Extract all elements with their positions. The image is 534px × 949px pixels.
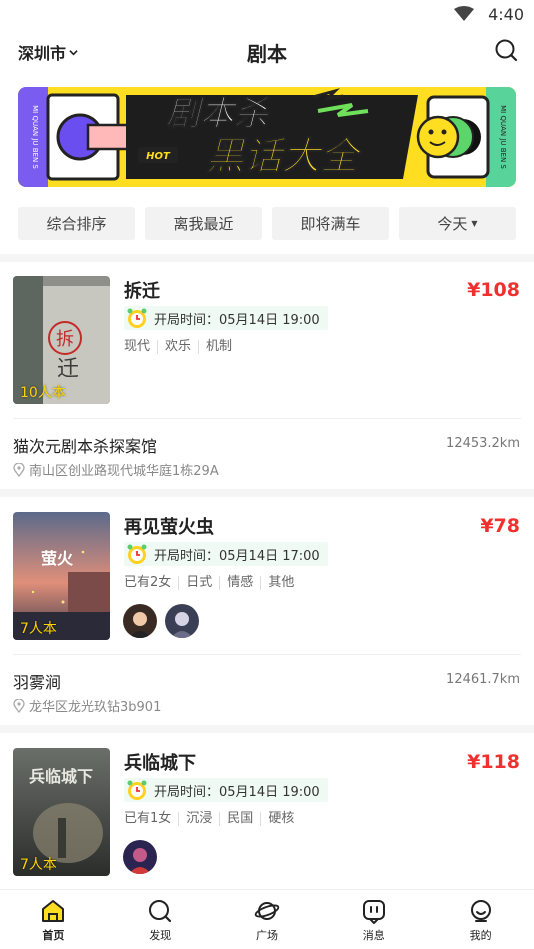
tag: 日式 — [178, 576, 219, 590]
wifi-icon — [454, 6, 474, 21]
filter-bar: 综合排序 离我最近 即将满车 今天 ▼ — [18, 207, 516, 240]
tab-profile[interactable]: 我的 — [427, 890, 534, 949]
page-title: 剧本 — [0, 38, 534, 67]
script-price: ¥108 — [467, 279, 520, 301]
tag: 现代 — [124, 339, 151, 354]
svg-text:兵临城下: 兵临城下 — [29, 767, 93, 786]
script-title: 拆迁 — [124, 281, 160, 302]
participant-avatars — [123, 840, 157, 874]
top-nav: 深圳市 剧本 — [0, 30, 534, 74]
message-icon — [362, 900, 385, 924]
poster-people-count: 10人本 — [20, 385, 66, 401]
alarm-clock-icon — [127, 544, 147, 564]
section-separator — [0, 254, 534, 262]
banner-hot-text: HOT — [146, 151, 171, 162]
start-time-badge: 开局时间： 05月14日 19:00 — [124, 778, 328, 802]
bottom-tab-bar: 首页 发现 广场 消息 我的 — [0, 889, 534, 949]
tag: 已有1女 — [124, 811, 172, 826]
divider — [13, 418, 521, 419]
filter-nearest[interactable]: 离我最近 — [145, 207, 262, 240]
alarm-clock-icon — [127, 308, 147, 328]
poster-image: 兵临城下 7人本 — [13, 748, 110, 876]
script-tags: 已有1女 沉浸 民国 硬核 — [124, 812, 301, 826]
location-pin-icon — [13, 698, 25, 713]
tag: 欢乐 — [157, 340, 198, 354]
banner-side-left: MI QUAN JU BEN S — [31, 105, 39, 169]
tag: 沉浸 — [178, 812, 219, 826]
tab-messages[interactable]: 消息 — [320, 890, 427, 949]
filter-almost-full[interactable]: 即将满车 — [272, 207, 389, 240]
status-time: 4:40 — [488, 5, 524, 24]
start-time-badge: 开局时间： 05月14日 17:00 — [124, 542, 328, 566]
discover-icon — [149, 900, 172, 923]
home-icon — [42, 900, 65, 922]
divider — [13, 654, 521, 655]
svg-text:拆: 拆 — [56, 329, 74, 350]
tag: 硬核 — [260, 812, 301, 826]
avatar[interactable] — [123, 604, 157, 638]
script-tags: 现代 欢乐 机制 — [124, 340, 239, 354]
banner-line2: 黑话大全 — [206, 134, 363, 178]
svg-text:萤火: 萤火 — [41, 549, 74, 568]
poster-people-count: 7人本 — [20, 857, 57, 873]
profile-icon — [470, 900, 491, 922]
tag: 已有2女 — [124, 575, 172, 590]
alarm-clock-icon — [127, 780, 147, 800]
tag: 民国 — [219, 812, 260, 826]
tag: 其他 — [260, 576, 301, 590]
poster-image: 萤火 7人本 — [13, 512, 110, 640]
tab-square[interactable]: 广场 — [214, 890, 321, 949]
tag: 情感 — [219, 576, 260, 590]
avatar[interactable] — [165, 604, 199, 638]
status-bar: 4:40 — [0, 0, 534, 30]
script-title: 再见萤火虫 — [124, 517, 214, 538]
tab-home[interactable]: 首页 — [0, 890, 107, 949]
script-tags: 已有2女 日式 情感 其他 — [124, 576, 301, 590]
start-time-badge: 开局时间： 05月14日 19:00 — [124, 306, 328, 330]
script-price: ¥78 — [480, 515, 520, 537]
venue-address: 南山区创业路现代城华庭1栋29A — [13, 460, 219, 479]
banner-line1: 剧本杀 — [166, 94, 270, 134]
banner-side-right: MI QUAN JU BEN S — [499, 105, 507, 169]
planet-icon — [254, 902, 280, 920]
script-title: 兵临城下 — [124, 753, 196, 774]
tab-discover[interactable]: 发现 — [107, 890, 214, 949]
location-pin-icon — [13, 462, 25, 477]
search-icon[interactable] — [494, 38, 518, 62]
caret-down-icon: ▼ — [471, 219, 478, 228]
poster-image: 拆 迁 10人本 — [13, 276, 110, 404]
venue-name[interactable]: 猫次元剧本杀探案馆 — [13, 433, 157, 457]
filter-date[interactable]: 今天 ▼ — [399, 207, 516, 240]
venue-address: 龙华区龙光玖钻3b901 — [13, 696, 161, 715]
venue-name[interactable]: 羽雾涧 — [13, 669, 61, 693]
filter-sort[interactable]: 综合排序 — [18, 207, 135, 240]
section-separator — [0, 489, 534, 497]
script-price: ¥118 — [467, 751, 520, 773]
participant-avatars — [123, 604, 199, 638]
promo-banner[interactable]: HOT 剧本杀 黑话大全 MI QUAN JU BEN S MI QUAN JU… — [18, 87, 516, 187]
avatar[interactable] — [123, 840, 157, 874]
venue-distance: 12461.7km — [446, 672, 520, 687]
section-separator — [0, 725, 534, 733]
svg-text:迁: 迁 — [57, 357, 79, 382]
poster-people-count: 7人本 — [20, 621, 57, 637]
venue-distance: 12453.2km — [446, 436, 520, 451]
tag: 机制 — [198, 340, 239, 354]
